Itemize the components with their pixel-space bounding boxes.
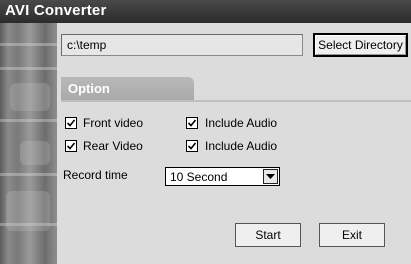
- directory-field[interactable]: c:\temp: [61, 34, 303, 56]
- rear-video-label: Rear Video: [83, 139, 143, 153]
- checkmark-icon: [66, 142, 76, 150]
- rear-include-audio-label: Include Audio: [205, 139, 278, 153]
- checkmark-icon: [66, 119, 76, 127]
- select-directory-button[interactable]: Select Directory: [313, 33, 408, 57]
- checkmark-icon: [187, 142, 197, 150]
- front-video-checkbox[interactable]: [65, 117, 77, 129]
- front-include-audio-label: Include Audio: [205, 116, 278, 130]
- start-button[interactable]: Start: [235, 223, 301, 247]
- title-bar[interactable]: AVI Converter: [0, 0, 411, 24]
- record-time-select[interactable]: 10 Second: [165, 167, 280, 186]
- checkmark-icon: [187, 119, 197, 127]
- main-panel: c:\temp Select Directory Option Front vi…: [57, 23, 411, 264]
- record-time-value: 10 Second: [170, 170, 228, 184]
- dropdown-button[interactable]: [263, 169, 278, 184]
- avi-converter-window: AVI Converter c:\temp Select Directory O…: [0, 0, 411, 264]
- option-divider: [61, 100, 411, 102]
- tab-option[interactable]: Option: [61, 77, 194, 100]
- rear-include-audio-checkbox[interactable]: [186, 140, 198, 152]
- record-time-label: Record time: [63, 168, 128, 182]
- front-include-audio-checkbox[interactable]: [186, 117, 198, 129]
- decorative-sidebar: [0, 23, 57, 264]
- window-title: AVI Converter: [5, 2, 107, 19]
- exit-button[interactable]: Exit: [319, 223, 385, 247]
- rear-video-checkbox[interactable]: [65, 140, 77, 152]
- front-video-label: Front video: [83, 116, 144, 130]
- chevron-down-icon: [266, 174, 275, 179]
